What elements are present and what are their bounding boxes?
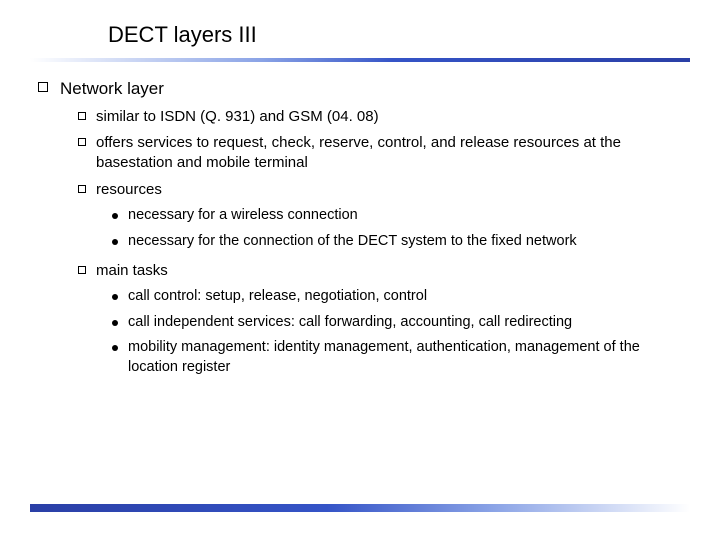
slide: DECT layers III Network layer similar to…	[0, 0, 720, 540]
sub-sublist: necessary for a wireless connection nece…	[112, 206, 690, 251]
slide-title: DECT layers III	[108, 22, 257, 48]
list-item: offers services to request, check, reser…	[78, 133, 690, 174]
dot-bullet-icon	[112, 345, 118, 351]
item-text: main tasks	[96, 261, 168, 281]
heading-text: Network layer	[60, 78, 164, 101]
list-item: call independent services: call forwardi…	[112, 313, 690, 333]
item-text: resources	[96, 180, 162, 200]
list-item: main tasks	[78, 261, 690, 281]
dot-bullet-icon	[112, 239, 118, 245]
item-text: similar to ISDN (Q. 931) and GSM (04. 08…	[96, 107, 379, 127]
item-text: necessary for the connection of the DECT…	[128, 232, 577, 252]
dot-bullet-icon	[112, 213, 118, 219]
item-text: necessary for a wireless connection	[128, 206, 358, 226]
sub-sublist: call control: setup, release, negotiatio…	[112, 287, 690, 377]
square-bullet-icon	[78, 185, 86, 193]
square-bullet-icon	[78, 266, 86, 274]
square-bullet-icon	[78, 112, 86, 120]
dot-bullet-icon	[112, 320, 118, 326]
list-item: necessary for the connection of the DECT…	[112, 232, 690, 252]
sublist: similar to ISDN (Q. 931) and GSM (04. 08…	[78, 107, 690, 378]
list-item: similar to ISDN (Q. 931) and GSM (04. 08…	[78, 107, 690, 127]
item-text: mobility management: identity management…	[128, 338, 690, 377]
footer-bar	[30, 504, 690, 512]
item-text: offers services to request, check, reser…	[96, 133, 690, 174]
dot-bullet-icon	[112, 294, 118, 300]
title-underline	[30, 58, 690, 62]
list-item: call control: setup, release, negotiatio…	[112, 287, 690, 307]
item-text: call independent services: call forwardi…	[128, 313, 572, 333]
list-item: Network layer	[38, 78, 690, 101]
list-item: resources	[78, 180, 690, 200]
list-item: necessary for a wireless connection	[112, 206, 690, 226]
list-item: mobility management: identity management…	[112, 338, 690, 377]
content-area: Network layer similar to ISDN (Q. 931) a…	[38, 78, 690, 384]
item-text: call control: setup, release, negotiatio…	[128, 287, 427, 307]
square-bullet-icon	[78, 138, 86, 146]
square-bullet-icon	[38, 82, 48, 92]
